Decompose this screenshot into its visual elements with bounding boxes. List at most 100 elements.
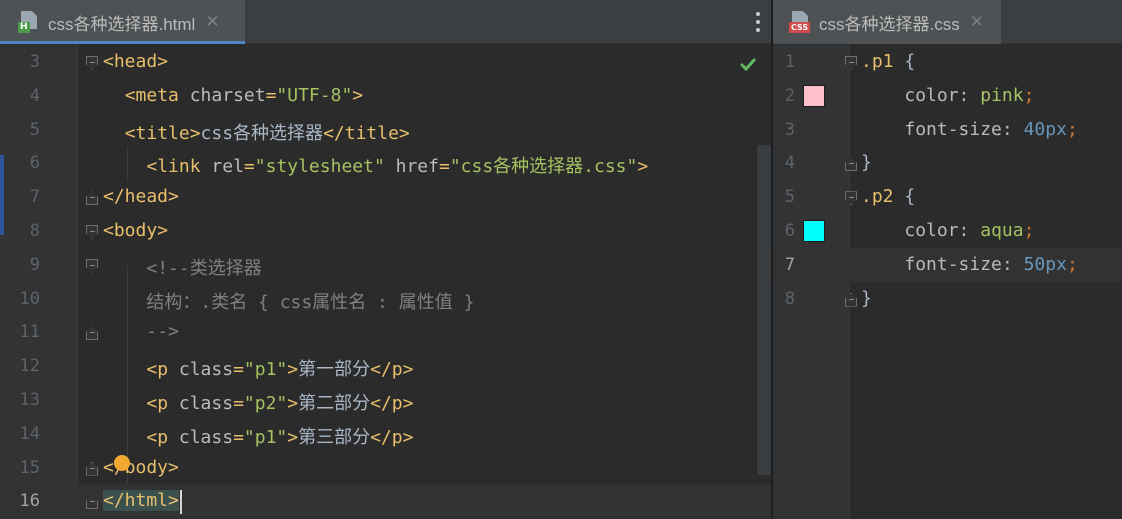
- code-text: -->: [103, 321, 179, 342]
- css-tab-bar: CSS css各种选择器.css ✕: [773, 0, 1122, 44]
- code-token: pink: [980, 84, 1024, 106]
- line-number: 5: [784, 187, 795, 208]
- fold-marker-icon[interactable]: [845, 191, 857, 206]
- line-number: 6: [29, 153, 40, 174]
- code-text: color: aqua;: [861, 220, 1034, 241]
- code-token: </p>: [370, 426, 414, 448]
- code-line[interactable]: 5 <title>css各种选择器</title>: [0, 113, 771, 147]
- code-token: aqua: [980, 220, 1024, 241]
- close-icon[interactable]: ✕: [970, 12, 984, 32]
- html-file-icon: H: [18, 11, 40, 33]
- code-token: }: [861, 152, 872, 174]
- lightbulb-icon[interactable]: [114, 454, 130, 471]
- color-swatch[interactable]: [803, 220, 825, 242]
- fold-marker-icon[interactable]: [86, 495, 98, 510]
- line-number: 5: [29, 119, 40, 140]
- code-token: color: [904, 84, 959, 106]
- fold-marker-icon[interactable]: [86, 56, 98, 70]
- code-token: .p1: [861, 51, 905, 72]
- code-line[interactable]: 15 </body>: [0, 451, 771, 485]
- code-token: {: [904, 51, 916, 72]
- code-token: ;: [1023, 220, 1035, 241]
- code-line[interactable]: 6 <link rel="stylesheet" href="css各种选择器.…: [0, 146, 771, 180]
- code-line[interactable]: 8}: [773, 282, 1122, 316]
- code-token: =: [233, 393, 244, 414]
- line-number: 3: [784, 119, 795, 140]
- code-line[interactable]: 2 color: pink;: [773, 79, 1122, 113]
- line-number: 3: [29, 52, 40, 72]
- code-line[interactable]: 14 <p class="p1">第三部分</p>: [0, 417, 771, 451]
- code-text: font-size: 50px;: [861, 253, 1077, 275]
- code-line[interactable]: 8 <body>: [0, 214, 771, 248]
- html-tab-bar: H css各种选择器.html ✕: [0, 0, 771, 44]
- code-line[interactable]: 10 结构：.类名 { css属性名 : 属性值 }: [0, 282, 771, 316]
- code-text: .p2 {: [861, 186, 915, 207]
- code-token: 50px: [1023, 253, 1067, 275]
- css-code-editor[interactable]: 1 .p1 {2 color: pink; 3 font-size: 40px; 4}…: [773, 45, 1122, 519]
- code-line[interactable]: 4}: [773, 146, 1122, 180]
- code-line[interactable]: 16 </html>: [0, 484, 771, 519]
- html-code-editor[interactable]: 3 <head> 4 <meta charset="UTF-8"> 5 <title>…: [0, 45, 771, 519]
- css-editor-pane[interactable]: CSS css各种选择器.css ✕ 1 .p1 {2 color: pink; 3…: [773, 0, 1122, 519]
- code-token: =: [233, 359, 244, 381]
- code-line[interactable]: 9 <!--类选择器: [0, 248, 771, 282]
- code-line[interactable]: 4 <meta charset="UTF-8">: [0, 79, 771, 113]
- fold-marker-icon[interactable]: [845, 157, 857, 172]
- code-line[interactable]: 3 font-size: 40px;: [773, 113, 1122, 147]
- code-token: class: [178, 393, 234, 414]
- code-token: <head>: [103, 51, 169, 72]
- code-text: <body>: [103, 220, 168, 241]
- line-number: 11: [19, 322, 40, 343]
- code-token: </head>: [103, 186, 179, 208]
- fold-marker-icon[interactable]: [86, 258, 98, 273]
- code-line[interactable]: 6 color: aqua;: [773, 214, 1122, 248]
- tab-css-file[interactable]: CSS css各种选择器.css ✕: [773, 0, 1001, 44]
- fold-marker-icon[interactable]: [86, 191, 98, 206]
- code-text: font-size: 40px;: [861, 118, 1077, 140]
- line-number: 15: [19, 457, 40, 478]
- fold-marker-icon[interactable]: [86, 225, 98, 239]
- code-token: "stylesheet": [254, 156, 385, 178]
- close-icon[interactable]: ✕: [205, 12, 219, 32]
- code-line[interactable]: 1 .p1 {: [773, 45, 1122, 79]
- code-token: :: [958, 220, 981, 241]
- code-text: }: [861, 288, 872, 309]
- code-token: </p>: [370, 359, 414, 381]
- code-line[interactable]: 7 </head>: [0, 180, 771, 214]
- line-number: 8: [784, 288, 795, 309]
- code-token: font-size: [904, 118, 1002, 140]
- code-line[interactable]: 7 font-size: 50px;: [773, 247, 1122, 282]
- fold-marker-icon[interactable]: [86, 461, 98, 476]
- fold-marker-icon[interactable]: [86, 326, 98, 341]
- code-token: :: [1001, 118, 1024, 140]
- code-text: .p1 {: [861, 51, 915, 72]
- html-editor-pane[interactable]: H css各种选择器.html ✕ 3 <head> 4 <meta charset…: [0, 0, 771, 519]
- code-token: <meta: [124, 84, 190, 106]
- color-swatch[interactable]: [803, 84, 825, 107]
- line-number: 14: [19, 423, 40, 444]
- code-line[interactable]: 13 <p class="p2">第二部分</p>: [0, 383, 771, 417]
- code-token: =: [438, 156, 450, 178]
- fold-marker-icon[interactable]: [845, 56, 857, 70]
- code-token: <p: [146, 393, 179, 414]
- code-token: font-size: [904, 253, 1002, 275]
- fold-marker-icon[interactable]: [845, 292, 857, 307]
- code-text: 结构：.类名 { css属性名 : 属性值 }: [103, 288, 474, 314]
- code-token: :: [1001, 253, 1024, 275]
- vertical-scrollbar[interactable]: [757, 145, 771, 475]
- code-text: <title>css各种选择器</title>: [103, 119, 410, 145]
- code-line[interactable]: 3 <head>: [0, 45, 771, 79]
- tab-html-file[interactable]: H css各种选择器.html ✕: [0, 0, 245, 44]
- css-file-icon: CSS: [789, 11, 811, 33]
- code-line[interactable]: 5 .p2 {: [773, 180, 1122, 214]
- code-token: class: [178, 359, 234, 381]
- more-options-icon[interactable]: [755, 11, 761, 33]
- code-line[interactable]: 11 -->: [0, 315, 771, 349]
- code-line[interactable]: 12 <p class="p1">第一部分</p>: [0, 349, 771, 383]
- code-token: "UTF-8": [276, 84, 353, 106]
